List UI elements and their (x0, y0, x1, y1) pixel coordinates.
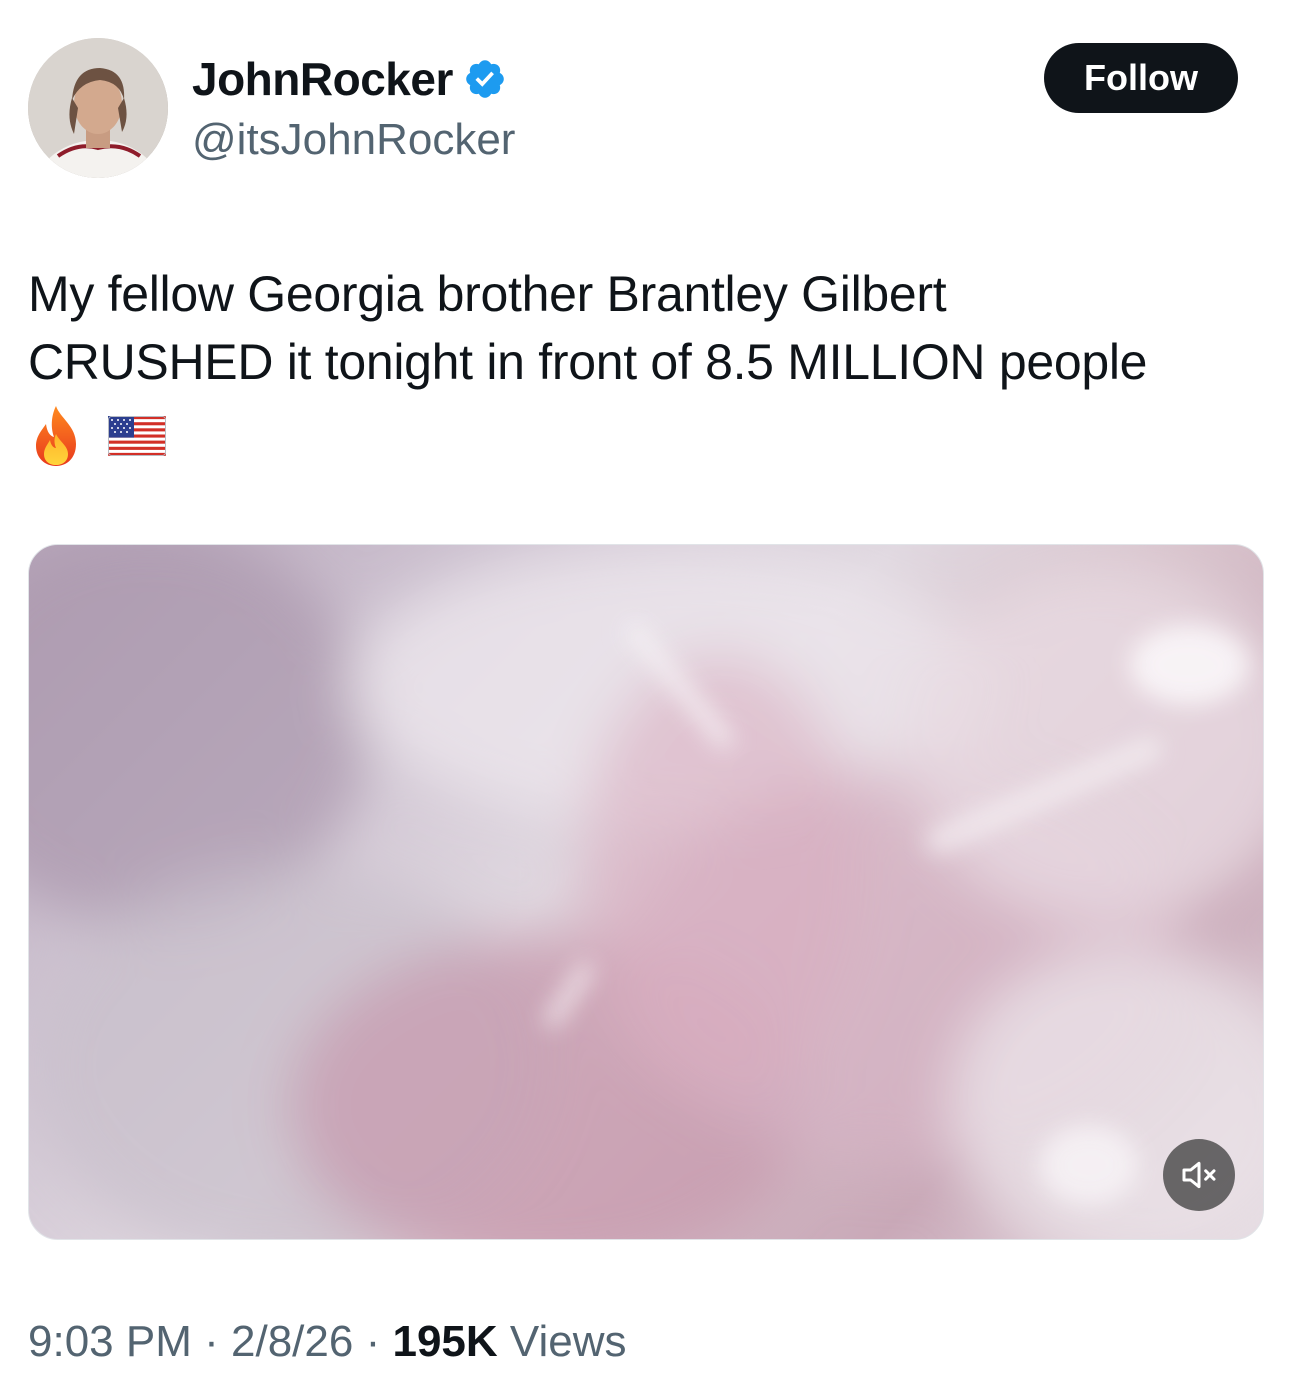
us-flag-emoji-icon (108, 416, 166, 456)
mute-toggle-button[interactable] (1163, 1139, 1235, 1211)
views-count: 195K (392, 1317, 498, 1366)
tweet-date[interactable]: 2/8/26 (231, 1317, 353, 1366)
author-display-name[interactable]: JohnRocker (192, 52, 453, 106)
tweet-video[interactable] (28, 544, 1264, 1240)
tweet-text-line-2: CRUSHED it tonight in front of 8.5 MILLI… (28, 334, 1148, 390)
meta-separator: · (204, 1317, 219, 1366)
avatar-image (28, 38, 168, 178)
tweet-text-line-1: My fellow Georgia brother Brantley Gilbe… (28, 266, 947, 322)
tweet-emojis (30, 404, 166, 468)
tweet-meta: 9:03 PM · 2/8/26 · 195K Views (28, 1314, 626, 1370)
meta-separator: · (365, 1317, 381, 1366)
follow-button[interactable]: Follow (1044, 43, 1238, 113)
tweet-time[interactable]: 9:03 PM (28, 1317, 192, 1366)
muted-speaker-icon (1182, 1161, 1216, 1189)
views-label: Views (509, 1317, 627, 1366)
author-name-row: JohnRocker (192, 52, 507, 106)
author-avatar[interactable] (28, 38, 168, 178)
verified-badge-icon[interactable] (463, 57, 507, 101)
tweet-text: My fellow Georgia brother Brantley Gilbe… (28, 260, 1268, 396)
author-handle[interactable]: @itsJohnRocker (192, 114, 515, 166)
fire-emoji-icon (36, 406, 76, 466)
video-frame (29, 545, 1263, 1239)
